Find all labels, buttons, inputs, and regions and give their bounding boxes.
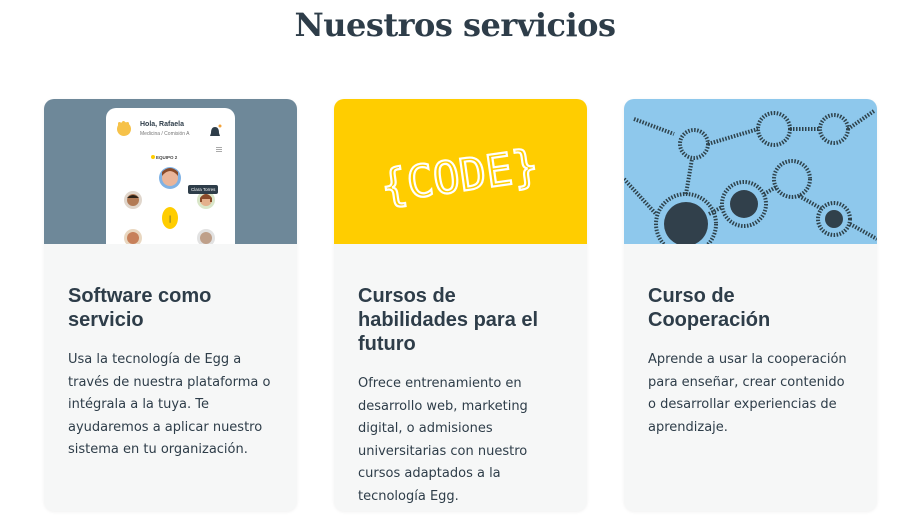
code-text: {CODE}	[377, 140, 542, 213]
service-card-courses[interactable]: {CODE} Cursos de habilidades para el fut…	[334, 99, 587, 511]
card-title: Software como servicio	[68, 285, 212, 331]
card-title: Cursos de habilidades para el futuro	[358, 285, 539, 355]
crowd-network-image	[624, 99, 877, 244]
service-card-software[interactable]: | Hola, Rafaela Medicina / Comisión A EQ…	[44, 99, 297, 511]
code-illustration: {CODE}	[376, 139, 543, 214]
card-body: Curso de Cooperación Aprende a usar la c…	[624, 244, 877, 439]
card-description: Usa la tecnología de Egg a través de nue…	[68, 352, 271, 458]
card-body: Software como servicio Usa la tecnología…	[44, 244, 297, 462]
card-description: Aprende a usar la cooperación para enseñ…	[648, 352, 847, 435]
phone-illustration: |	[117, 121, 222, 244]
app-mockup-image: | Hola, Rafaela Medicina / Comisión A EQ…	[44, 99, 297, 244]
phone-greeting: Hola, Rafaela	[140, 121, 184, 128]
phone-name-tag: Clara Torres	[188, 185, 219, 194]
crowd-network-illustration	[624, 109, 877, 244]
service-card-cooperation[interactable]: Curso de Cooperación Aprende a usar la c…	[624, 99, 877, 511]
card-title: Curso de Cooperación	[648, 285, 771, 331]
section-title: Nuestros servicios	[294, 6, 616, 44]
card-body: Cursos de habilidades para el futuro Ofr…	[334, 244, 587, 509]
svg-text:|: |	[169, 215, 171, 223]
card-description: Ofrece entrenamiento en desarrollo web, …	[358, 376, 528, 504]
phone-subtitle: Medicina / Comisión A	[140, 131, 190, 137]
phone-team-label: EQUIPO 2	[156, 155, 178, 160]
code-image: {CODE}	[334, 99, 587, 244]
phone-mockup: | Hola, Rafaela Medicina / Comisión A EQ…	[106, 108, 235, 244]
